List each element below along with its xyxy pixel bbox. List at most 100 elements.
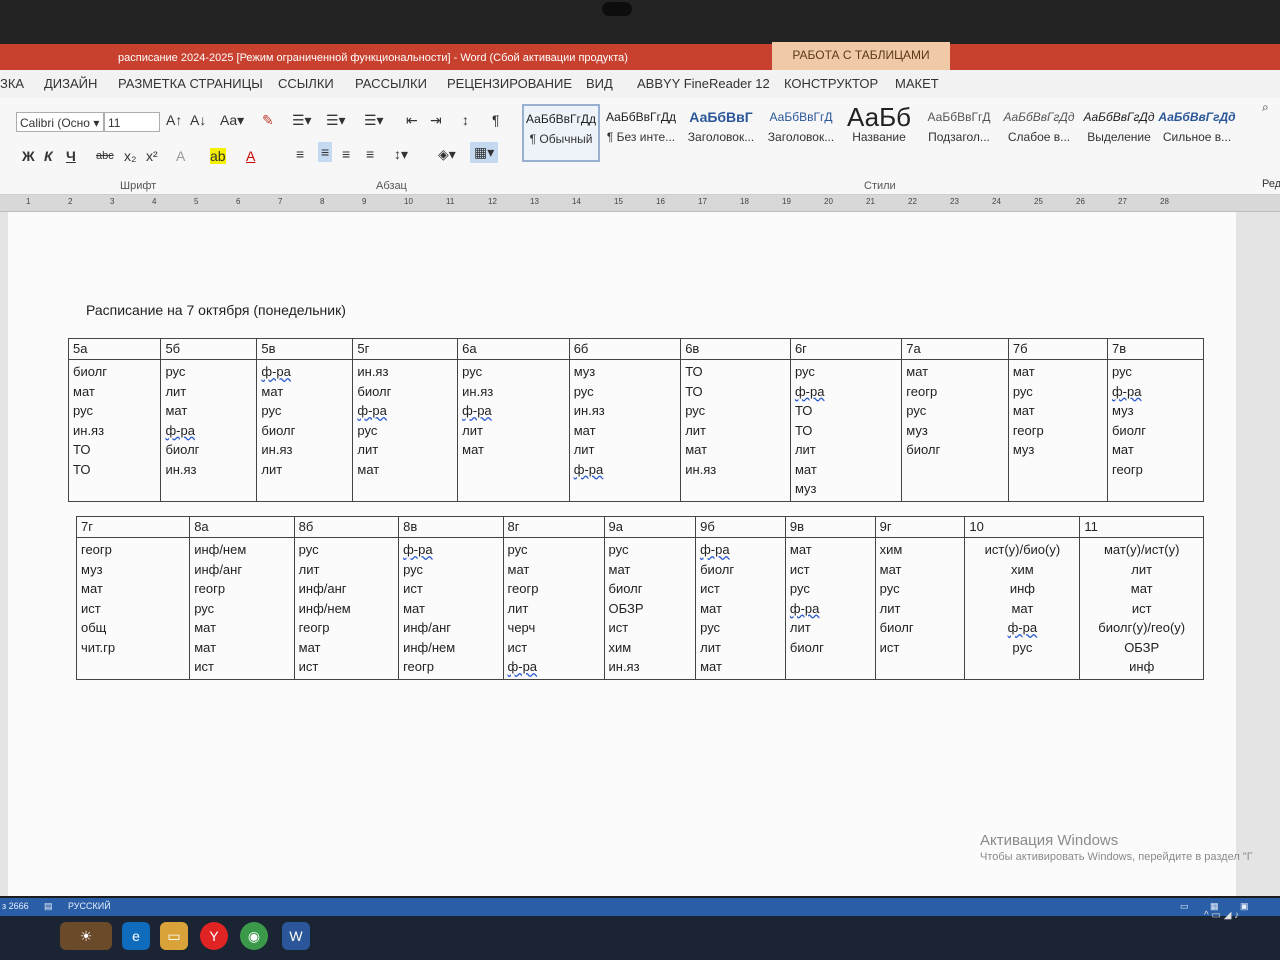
class-header-cell[interactable]: 7а: [901, 338, 1009, 360]
style-no-spacing[interactable]: АаБбВвГгДд ¶ Без инте...: [602, 104, 680, 162]
read-mode-icon[interactable]: ▭: [1180, 901, 1189, 912]
italic-button[interactable]: К: [44, 148, 53, 164]
lesson-list-cell[interactable]: ТО ТО рус лит мат ин.яз: [680, 359, 791, 502]
style-title[interactable]: АаБб Название: [840, 104, 918, 162]
class-header-cell[interactable]: 7б: [1007, 338, 1108, 360]
lesson-list-cell[interactable]: ф-ра мат рус биолг ин.яз лит: [256, 359, 354, 502]
tab-view[interactable]: ВИД: [586, 76, 613, 91]
class-header-cell[interactable]: 6а: [457, 338, 570, 360]
style-intense-emphasis[interactable]: АаБбВвГгДд Сильное в...: [1158, 104, 1236, 162]
class-header-cell[interactable]: 10: [964, 516, 1081, 538]
class-header-cell[interactable]: 5г: [352, 338, 459, 360]
class-header-cell[interactable]: 9г: [874, 516, 966, 538]
tab-table-design[interactable]: КОНСТРУКТОР: [784, 76, 878, 91]
bullets-icon[interactable]: ☰▾: [292, 112, 312, 129]
style-emphasis[interactable]: АаБбВвГгДд Выделение: [1080, 104, 1158, 162]
document-title[interactable]: Расписание на 7 октября (понедельник): [86, 302, 346, 318]
class-header-cell[interactable]: 5б: [160, 338, 258, 360]
tab-references[interactable]: ССЫЛКИ: [278, 76, 334, 91]
lesson-list-cell[interactable]: ф-ра рус ист мат инф/анг инф/нем геогр: [398, 537, 504, 680]
lesson-list-cell[interactable]: рус ф-ра ТО ТО лит мат муз: [789, 359, 903, 502]
decrease-indent-icon[interactable]: ⇤: [406, 112, 418, 129]
style-heading-2[interactable]: АаБбВвГгД Заголовок...: [762, 104, 840, 162]
lesson-list-cell[interactable]: мат ист рус ф-ра лит биолг: [784, 537, 876, 680]
text-effects-icon[interactable]: A: [176, 148, 185, 164]
font-color-icon[interactable]: A: [246, 148, 255, 164]
clear-format-icon[interactable]: ✎: [262, 112, 274, 129]
class-header-cell[interactable]: 6б: [568, 338, 682, 360]
class-header-cell[interactable]: 6г: [789, 338, 903, 360]
tab-mailings[interactable]: РАССЫЛКИ: [355, 76, 427, 91]
change-case-icon[interactable]: Aa▾: [220, 112, 244, 129]
subscript-button[interactable]: x₂: [124, 148, 136, 164]
class-header-cell[interactable]: 5в: [256, 338, 354, 360]
multilevel-list-icon[interactable]: ☰▾: [364, 112, 384, 129]
lesson-list-cell[interactable]: рус ин.яз ф-ра лит мат: [457, 359, 570, 502]
class-header-cell[interactable]: 9б: [695, 516, 786, 538]
lesson-list-cell[interactable]: рус лит мат ф-ра биолг ин.яз: [160, 359, 258, 502]
tray-icons[interactable]: ^ ▭ ◢ ♪: [1204, 910, 1239, 921]
bold-button[interactable]: Ж: [22, 148, 35, 164]
lesson-list-cell[interactable]: ф-ра биолг ист мат рус лит мат: [695, 537, 786, 680]
chrome-icon[interactable]: ◉: [240, 922, 268, 950]
word-count[interactable]: з 2666: [2, 901, 29, 911]
tab-review[interactable]: РЕЦЕНЗИРОВАНИЕ: [447, 76, 572, 91]
class-header-cell[interactable]: 8а: [189, 516, 295, 538]
tab-abbyy[interactable]: ABBYY FineReader 12: [637, 76, 770, 91]
class-header-cell[interactable]: 9а: [603, 516, 697, 538]
class-header-cell[interactable]: 7в: [1106, 338, 1205, 360]
grow-font-icon[interactable]: A↑: [166, 112, 182, 128]
align-left-icon[interactable]: ≡: [296, 146, 304, 162]
class-header-cell[interactable]: 6в: [680, 338, 791, 360]
line-spacing-icon[interactable]: ↕▾: [394, 146, 408, 163]
find-icon[interactable]: ⌕: [1262, 100, 1269, 115]
shrink-font-icon[interactable]: A↓: [190, 112, 206, 128]
superscript-button[interactable]: x²: [146, 148, 158, 164]
lesson-list-cell[interactable]: геогр муз мат ист общ чит.гр: [75, 537, 191, 680]
lesson-list-cell[interactable]: рус лит инф/анг инф/нем геогр мат ист: [293, 537, 400, 680]
lesson-list-cell[interactable]: мат рус мат геогр муз: [1007, 359, 1108, 502]
class-header-cell[interactable]: 11: [1079, 516, 1204, 538]
file-explorer-icon[interactable]: ▭: [160, 922, 188, 950]
increase-indent-icon[interactable]: ⇥: [430, 112, 442, 129]
borders-icon[interactable]: ▦▾: [470, 142, 499, 163]
numbering-icon[interactable]: ☰▾: [326, 112, 346, 129]
proofing-icon[interactable]: ▤: [44, 901, 53, 912]
shading-icon[interactable]: ◈▾: [438, 146, 456, 163]
lesson-list-cell[interactable]: ист(у)/био(у) хим инф мат ф-ра рус: [964, 537, 1081, 680]
style-subtle-emphasis[interactable]: АаБбВвГгДд Слабое в...: [1000, 104, 1078, 162]
weather-widget-icon[interactable]: ☀: [60, 922, 112, 950]
style-normal[interactable]: АаБбВвГгДд ¶ Обычный: [522, 104, 600, 162]
justify-icon[interactable]: ≡: [366, 146, 374, 162]
tab-insert[interactable]: ЗКА: [0, 76, 24, 91]
word-icon[interactable]: W: [282, 922, 310, 950]
yandex-browser-icon[interactable]: Y: [200, 922, 228, 950]
lesson-list-cell[interactable]: мат(у)/ист(у) лит мат ист биолг(у)/гео(у) ОБЗ…: [1079, 537, 1204, 680]
tab-page-layout[interactable]: РАЗМЕТКА СТРАНИЦЫ: [118, 76, 263, 91]
lesson-list-cell[interactable]: хим мат рус лит биолг ист: [874, 537, 966, 680]
schedule-table-2[interactable]: 7г 8а 8б 8в 8г 9а 9б 9в 9г 10 11 геогр муз мат ист общ ч…: [75, 516, 1204, 680]
class-header-cell[interactable]: 8б: [293, 516, 400, 538]
underline-button[interactable]: Ч: [66, 148, 76, 164]
align-right-icon[interactable]: ≡: [342, 146, 350, 162]
tab-design[interactable]: ДИЗАЙН: [44, 76, 97, 91]
class-header-cell[interactable]: 7г: [75, 516, 191, 538]
font-name-combo[interactable]: Calibri (Осно ▾: [16, 112, 104, 132]
style-subtitle[interactable]: АаБбВвГгД Подзагол...: [920, 104, 998, 162]
class-header-cell[interactable]: 8г: [502, 516, 605, 538]
web-layout-icon[interactable]: ▣: [1240, 901, 1249, 912]
lesson-list-cell[interactable]: инф/нем инф/анг геогр рус мат мат ист: [189, 537, 295, 680]
font-size-combo[interactable]: 11: [104, 112, 160, 132]
align-center-icon[interactable]: ≡: [318, 142, 333, 162]
lesson-list-cell[interactable]: рус ф-ра муз биолг мат геогр: [1106, 359, 1205, 502]
lesson-list-cell[interactable]: ин.яз биолг ф-ра рус лит мат: [352, 359, 459, 502]
class-header-cell[interactable]: 8в: [398, 516, 504, 538]
lesson-list-cell[interactable]: рус мат геогр лит черч ист ф-ра: [502, 537, 605, 680]
lesson-list-cell[interactable]: биолг мат рус ин.яз ТО ТО: [67, 359, 162, 502]
schedule-table-1[interactable]: 5а 5б 5в 5г 6а 6б 6в 6г 7а 7б 7в биолг мат рус ин.яз ТО…: [67, 338, 1205, 502]
lesson-list-cell[interactable]: мат геогр рус муз биолг: [901, 359, 1009, 502]
show-marks-icon[interactable]: ¶: [492, 112, 500, 128]
strikethrough-button[interactable]: abc: [96, 150, 114, 162]
style-heading-1[interactable]: АаБбВвГ Заголовок...: [682, 104, 760, 162]
class-header-cell[interactable]: 9в: [784, 516, 876, 538]
